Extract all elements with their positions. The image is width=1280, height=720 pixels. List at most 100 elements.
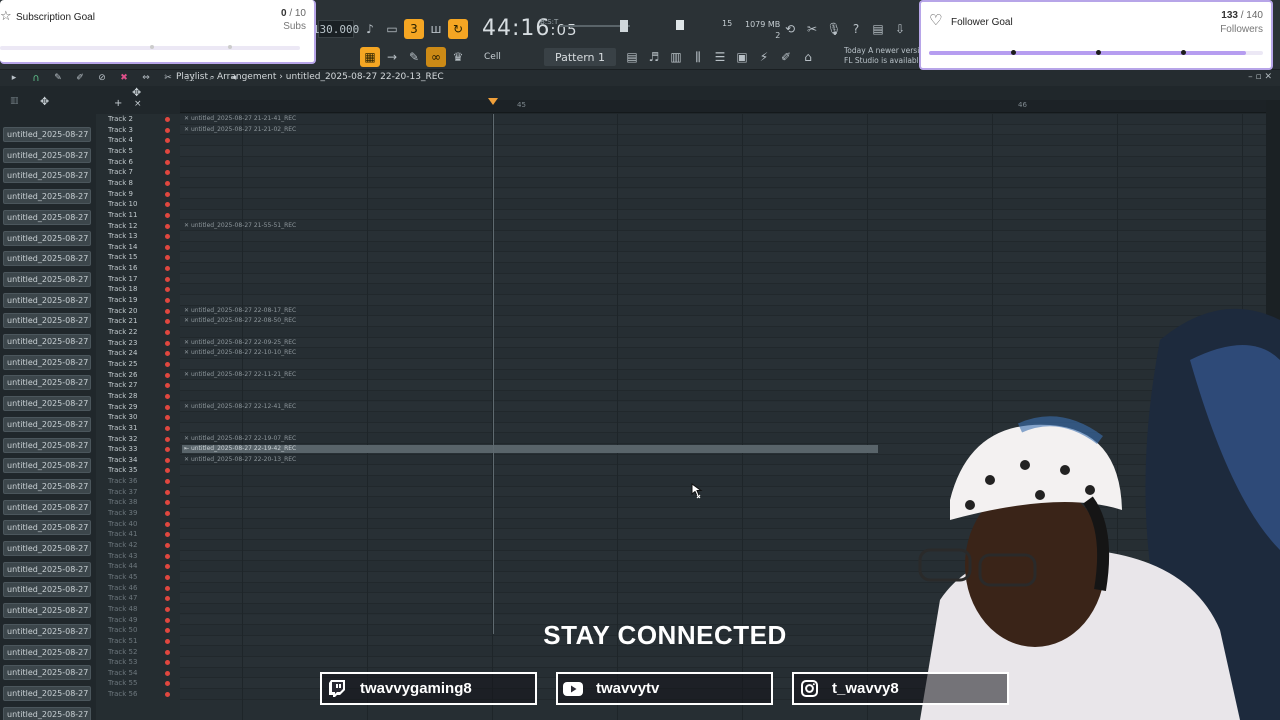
track-enable-toggle[interactable] <box>165 330 170 335</box>
track-label[interactable]: Track 56 <box>108 690 137 698</box>
track-enable-toggle[interactable] <box>165 585 170 591</box>
pattern-item[interactable]: untitled_2025-08-27 22-... <box>3 437 91 453</box>
snap-selector[interactable]: Cell <box>470 48 530 66</box>
track-enable-toggle[interactable] <box>165 361 170 367</box>
pattern-item[interactable]: untitled_2025-08-27 22-... <box>3 334 91 349</box>
track-enable-toggle[interactable] <box>165 351 170 357</box>
microphone-icon[interactable]: 🎙 <box>824 19 844 39</box>
pattern-item[interactable]: untitled_2025-08-27 21-... <box>3 168 91 184</box>
track-enable-toggle[interactable] <box>165 298 170 304</box>
social-instagram[interactable]: t_wavvy8 <box>792 672 1009 705</box>
master-pitch-knob[interactable] <box>676 20 684 30</box>
track-enable-toggle[interactable] <box>165 436 170 442</box>
track-label[interactable]: Track 42 <box>108 541 137 549</box>
track-label[interactable]: Track 45 <box>108 573 137 581</box>
track-label[interactable]: Track 10 <box>108 200 137 208</box>
track-enable-toggle[interactable] <box>165 319 170 325</box>
track-label[interactable]: Track 28 <box>108 392 137 400</box>
track-enable-toggle[interactable] <box>165 660 170 666</box>
track-label[interactable]: Track 29 <box>108 403 137 411</box>
track-enable-toggle[interactable] <box>165 425 170 431</box>
track-enable-toggle[interactable] <box>165 287 170 293</box>
track-lane[interactable] <box>180 242 1266 253</box>
track-lane[interactable] <box>180 263 1266 274</box>
track-label[interactable]: Track 37 <box>108 488 137 496</box>
track-enable-toggle[interactable] <box>165 393 170 399</box>
mixer-icon[interactable]: ⫼ <box>688 47 708 67</box>
remove-track-icon[interactable]: × <box>134 99 142 109</box>
track-label[interactable]: Track 54 <box>108 669 137 677</box>
mute-tool-icon[interactable]: ✖ <box>114 68 134 88</box>
arrange-icon[interactable]: ✥ <box>40 95 49 108</box>
track-label[interactable]: Track 31 <box>108 424 137 432</box>
track-label[interactable]: Track 23 <box>108 339 137 347</box>
track-lane[interactable] <box>180 199 1266 210</box>
track-enable-toggle[interactable] <box>165 447 170 453</box>
track-label[interactable]: Track 16 <box>108 264 137 272</box>
pattern-item[interactable]: untitled_2025-08-27 22-... <box>3 706 91 720</box>
track-enable-toggle[interactable] <box>165 276 170 282</box>
track-enable-toggle[interactable] <box>165 266 170 272</box>
track-enable-toggle[interactable] <box>165 670 170 676</box>
audio-clip[interactable]: ✕ untitled_2025-08-27 21-55-51_REC <box>182 222 1266 230</box>
shop-icon[interactable]: ⌂ <box>798 47 818 67</box>
track-enable-toggle[interactable] <box>165 340 170 346</box>
add-track-icon[interactable]: + <box>114 98 122 109</box>
track-label[interactable]: Track 46 <box>108 584 137 592</box>
track-label[interactable]: Track 15 <box>108 253 137 261</box>
track-label[interactable]: Track 43 <box>108 552 137 560</box>
track-label[interactable]: Track 3 <box>108 126 133 134</box>
track-label[interactable]: Track 34 <box>108 456 137 464</box>
tempo-display[interactable]: 130.000 <box>313 20 359 38</box>
track-enable-toggle[interactable] <box>165 308 170 314</box>
loop-record-icon[interactable]: ↻ <box>448 19 468 39</box>
track-label[interactable]: Track 39 <box>108 509 137 517</box>
track-lane[interactable] <box>180 231 1266 242</box>
social-twitch[interactable]: twavvygaming8 <box>320 672 537 705</box>
track-enable-toggle[interactable] <box>165 117 170 122</box>
track-label[interactable]: Track 14 <box>108 243 137 251</box>
track-label[interactable]: Track 8 <box>108 179 133 187</box>
track-enable-toggle[interactable] <box>165 574 170 580</box>
track-enable-toggle[interactable] <box>165 692 170 698</box>
pattern-item[interactable]: untitled_2025-08-27 22-... <box>3 603 91 619</box>
track-label[interactable]: Track 12 <box>108 222 137 230</box>
track-enable-toggle[interactable] <box>165 202 170 208</box>
track-lane[interactable] <box>180 252 1266 264</box>
track-label[interactable]: Track 44 <box>108 562 137 570</box>
pattern-item[interactable]: untitled_2025-08-27 21-... <box>3 189 91 205</box>
pattern-item[interactable]: untitled_2025-08-27 21-... <box>3 209 91 225</box>
track-enable-toggle[interactable] <box>165 404 170 410</box>
tools-icon[interactable]: ✐ <box>776 47 796 67</box>
track-lane[interactable] <box>180 145 1266 157</box>
track-label[interactable]: Track 24 <box>108 349 137 357</box>
pattern-item[interactable]: untitled_2025-08-27 22-... <box>3 271 91 287</box>
track-enable-toggle[interactable] <box>165 138 170 144</box>
track-enable-toggle[interactable] <box>165 468 170 474</box>
pattern-item[interactable]: untitled_2025-08-27 22-... <box>3 396 91 412</box>
track-enable-toggle[interactable] <box>165 500 170 506</box>
project-icon[interactable]: ▣ <box>732 47 752 67</box>
pattern-item[interactable]: untitled_2025-08-27 22-... <box>3 561 91 577</box>
track-lane[interactable] <box>180 209 1266 221</box>
track-label[interactable]: Track 6 <box>108 158 133 166</box>
track-enable-toggle[interactable] <box>165 543 170 548</box>
track-label[interactable]: Track 17 <box>108 275 137 283</box>
track-lane[interactable] <box>180 178 1266 189</box>
track-enable-toggle[interactable] <box>165 511 170 517</box>
step-edit-icon[interactable]: 3 <box>404 19 424 39</box>
undo-icon[interactable]: ⟲ <box>780 19 800 39</box>
track-enable-toggle[interactable] <box>165 223 170 229</box>
track-label[interactable]: Track 40 <box>108 520 137 528</box>
blend-icon[interactable]: ш <box>426 19 446 39</box>
wait-icon[interactable]: ▭ <box>382 19 402 39</box>
track-label[interactable]: Track 32 <box>108 435 137 443</box>
track-label[interactable]: Track 38 <box>108 498 137 506</box>
track-label[interactable]: Track 41 <box>108 530 137 538</box>
track-enable-toggle[interactable] <box>165 191 170 197</box>
playhead-marker[interactable] <box>488 98 498 105</box>
delete-tool-icon[interactable]: ⊘ <box>92 68 112 88</box>
pattern-icon[interactable]: ▥ <box>10 96 19 106</box>
pattern-item[interactable]: untitled_2025-08-27 22-... <box>3 685 91 701</box>
pattern-item[interactable]: untitled_2025-08-27 22-... <box>3 541 91 556</box>
